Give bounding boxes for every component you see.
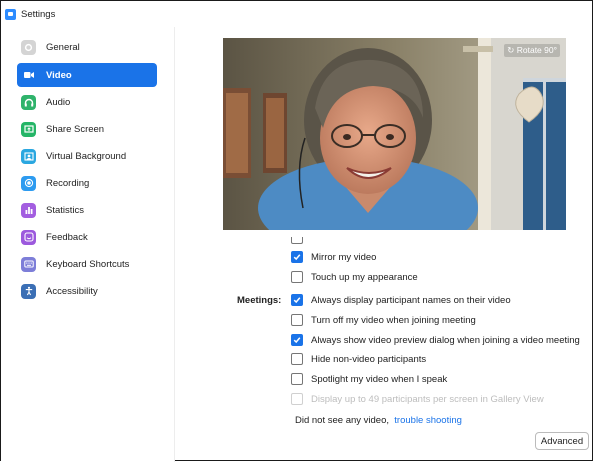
gallery-49-label: Display up to 49 participants per screen… xyxy=(311,393,544,405)
spotlight-video-label: Spotlight my video when I speak xyxy=(311,373,448,385)
display-names-checkbox[interactable] xyxy=(291,294,303,306)
zoom-app-icon xyxy=(5,8,16,20)
sidebar-item-label: Recording xyxy=(46,177,90,189)
video-preview: ↻ Rotate 90° xyxy=(223,38,566,230)
headphones-icon xyxy=(21,94,36,110)
share-screen-icon xyxy=(21,121,36,137)
spotlight-video-checkbox[interactable] xyxy=(291,373,303,385)
keyboard-icon xyxy=(21,256,36,272)
mirror-video-label: Mirror my video xyxy=(311,251,377,263)
meetings-section-label: Meetings: xyxy=(237,295,282,306)
touch-up-option[interactable]: Touch up my appearance xyxy=(291,270,418,284)
touch-up-checkbox[interactable] xyxy=(291,271,303,283)
sidebar-item-virtual-background[interactable]: Virtual Background xyxy=(17,144,157,168)
accessibility-icon xyxy=(21,283,36,299)
sidebar-item-label: General xyxy=(46,41,80,53)
sidebar-item-accessibility[interactable]: Accessibility xyxy=(17,279,157,303)
gear-icon xyxy=(21,39,36,55)
rotate-icon: ↻ xyxy=(507,45,515,55)
settings-window: Settings General Video Audio Share Scree… xyxy=(0,0,593,462)
checkmark-icon xyxy=(293,297,301,304)
sidebar-item-label: Keyboard Shortcuts xyxy=(46,258,130,270)
hide-non-video-checkbox[interactable] xyxy=(291,353,303,365)
rotate-button[interactable]: ↻ Rotate 90° xyxy=(504,44,560,57)
window-title: Settings xyxy=(21,8,56,20)
sidebar-item-share-screen[interactable]: Share Screen xyxy=(17,117,157,141)
sidebar-item-keyboard-shortcuts[interactable]: Keyboard Shortcuts xyxy=(17,252,157,276)
video-preview-dialog-option[interactable]: Always show video preview dialog when jo… xyxy=(291,333,580,347)
title-bar: Settings xyxy=(1,1,592,27)
advanced-button[interactable]: Advanced xyxy=(535,432,589,450)
sidebar-item-label: Feedback xyxy=(46,231,88,243)
gallery-49-checkbox xyxy=(291,393,303,405)
sidebar-item-label: Accessibility xyxy=(46,285,98,297)
turn-off-video-checkbox[interactable] xyxy=(291,314,303,326)
sidebar-item-label: Virtual Background xyxy=(46,150,127,162)
sidebar-item-statistics[interactable]: Statistics xyxy=(17,198,157,222)
sidebar-item-label: Audio xyxy=(46,96,71,108)
sidebar-item-label: Video xyxy=(46,69,72,81)
hide-non-video-label: Hide non-video participants xyxy=(311,353,427,365)
gallery-49-option: Display up to 49 participants per screen… xyxy=(291,392,544,406)
mirror-video-checkbox[interactable] xyxy=(291,251,303,263)
sidebar-item-audio[interactable]: Audio xyxy=(17,90,157,114)
troubleshoot-message: Did not see any video, xyxy=(295,415,390,426)
turn-off-video-option[interactable]: Turn off my video when joining meeting xyxy=(291,313,476,327)
bar-chart-icon xyxy=(21,202,36,218)
checkmark-icon xyxy=(293,337,301,344)
sidebar-item-recording[interactable]: Recording xyxy=(17,171,157,195)
checkmark-icon xyxy=(293,254,301,261)
camera-feed-image xyxy=(223,38,566,230)
hide-non-video-option[interactable]: Hide non-video participants xyxy=(291,352,426,366)
sidebar-item-general[interactable]: General xyxy=(17,35,157,59)
sidebar-item-feedback[interactable]: Feedback xyxy=(17,225,157,249)
mirror-video-option[interactable]: Mirror my video xyxy=(291,250,376,264)
video-camera-icon xyxy=(21,67,36,83)
rotate-label: Rotate 90° xyxy=(516,45,557,55)
smiley-icon xyxy=(21,229,36,245)
record-icon xyxy=(21,175,36,191)
partial-checkbox xyxy=(291,237,303,244)
settings-sidebar: General Video Audio Share Screen Virtual… xyxy=(1,27,175,462)
display-names-label: Always display participant names on thei… xyxy=(311,294,511,306)
turn-off-video-label: Turn off my video when joining meeting xyxy=(311,314,476,326)
sidebar-item-video[interactable]: Video xyxy=(17,63,157,87)
sidebar-item-label: Statistics xyxy=(46,204,85,216)
trouble-shooting-link[interactable]: trouble shooting xyxy=(394,415,462,426)
sidebar-item-label: Share Screen xyxy=(46,123,105,135)
spotlight-video-option[interactable]: Spotlight my video when I speak xyxy=(291,372,447,386)
troubleshoot-text: Did not see any video, trouble shooting xyxy=(295,415,462,426)
virtual-background-icon xyxy=(21,148,36,164)
video-preview-dialog-checkbox[interactable] xyxy=(291,334,303,346)
video-preview-dialog-label: Always show video preview dialog when jo… xyxy=(311,334,580,346)
display-names-option[interactable]: Always display participant names on thei… xyxy=(291,293,511,307)
touch-up-label: Touch up my appearance xyxy=(311,271,418,283)
